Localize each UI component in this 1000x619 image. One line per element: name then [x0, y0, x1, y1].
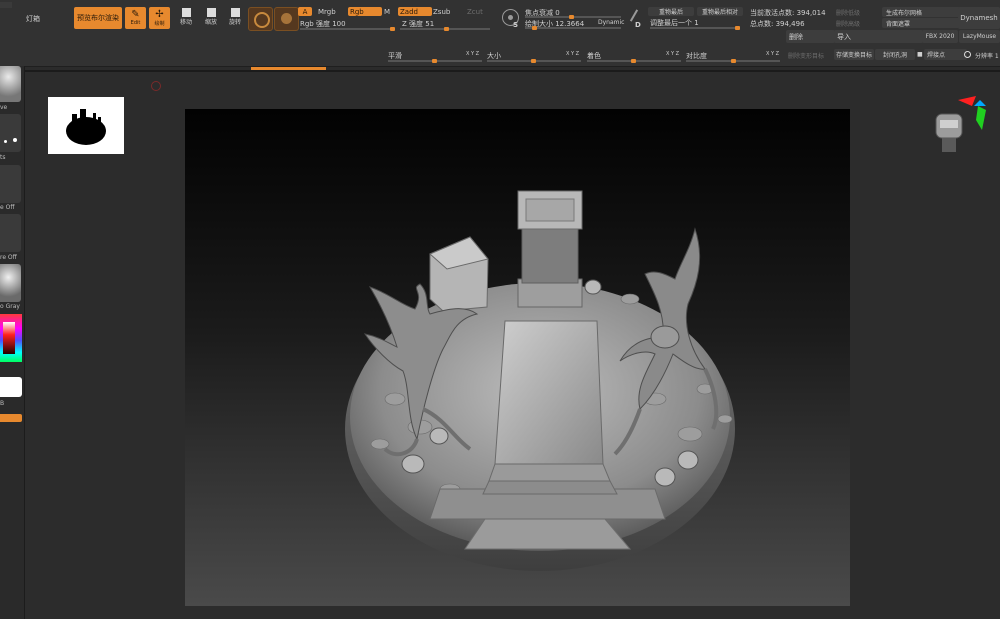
- m-toggle[interactable]: M: [384, 8, 390, 16]
- fbx-version-button[interactable]: FBX 2020: [922, 30, 958, 43]
- tray-label-2: ts: [0, 154, 6, 161]
- z-intensity-knob[interactable]: [444, 27, 449, 31]
- material-swatch[interactable]: [0, 66, 21, 102]
- menu-lightbox[interactable]: 灯箱: [26, 14, 40, 24]
- store-morph-target-button[interactable]: 存储变换目标: [834, 49, 874, 60]
- draw-icon: ✢: [155, 8, 164, 20]
- zsub-toggle[interactable]: Zsub: [433, 8, 450, 16]
- preview-boolean-button[interactable]: 预览布尔渲染: [74, 7, 122, 29]
- dynamic-toggle[interactable]: Dynamic: [598, 19, 624, 26]
- rgb-intensity-knob[interactable]: [390, 27, 395, 31]
- delete-lower-button[interactable]: 删除低级: [836, 8, 860, 17]
- fill-object-button[interactable]: [0, 414, 22, 422]
- delete-morph-target-button[interactable]: 删除变形目标: [788, 51, 824, 60]
- main-color-swatch[interactable]: [0, 377, 22, 397]
- adjust-last-slider[interactable]: [650, 27, 740, 29]
- contrast-knob[interactable]: [731, 59, 736, 63]
- close-holes-button[interactable]: 封闭孔洞: [875, 49, 915, 60]
- import-button[interactable]: 导入: [834, 30, 923, 43]
- draw-size-knob[interactable]: [532, 26, 537, 30]
- draw-button[interactable]: ✢ 绘制: [149, 7, 170, 29]
- silhouette-icon: [66, 109, 106, 145]
- zcut-toggle[interactable]: Zcut: [467, 8, 483, 16]
- size-knob[interactable]: [531, 59, 536, 63]
- smooth-axis-label: X Y Z: [466, 51, 480, 57]
- rotate-button[interactable]: 旋转: [225, 8, 245, 30]
- shading-axis-label: X Y Z: [666, 51, 680, 57]
- redo-last-button[interactable]: 重物最后: [648, 7, 694, 16]
- active-points-readout: 当前激活点数: 394,014: [750, 9, 826, 17]
- delete-higher-button[interactable]: 删除高级: [836, 19, 860, 28]
- color-picker[interactable]: [0, 314, 22, 362]
- lazymouse-button[interactable]: LazyMouse: [959, 30, 1000, 43]
- back-mask-button[interactable]: 背面遮罩: [882, 18, 960, 28]
- mrgb-toggle[interactable]: Mrgb: [318, 8, 336, 16]
- dynamesh-button[interactable]: Dynamesh: [958, 7, 1000, 29]
- rgb-intensity-slider[interactable]: [300, 28, 394, 30]
- adjust-last-knob[interactable]: [735, 26, 740, 30]
- delete-button[interactable]: 删除: [786, 30, 835, 43]
- matcap-swatch[interactable]: [0, 264, 21, 302]
- texture-swatch[interactable]: [0, 214, 21, 252]
- resolution-label[interactable]: 分辨率 1: [975, 51, 999, 60]
- total-points-readout: 总点数: 394,496: [750, 20, 805, 28]
- redo-last-relative-button[interactable]: 重物最后相对: [697, 7, 743, 16]
- stroke-icon[interactable]: [274, 7, 299, 31]
- stroke-swatch[interactable]: [0, 114, 21, 152]
- move-button[interactable]: 移动: [176, 8, 196, 30]
- rgb-toggle[interactable]: Rgb: [348, 7, 382, 16]
- move-icon: [181, 8, 191, 17]
- rotate-icon: [230, 8, 240, 17]
- d-marker: D: [635, 21, 641, 29]
- tray-label-5: o Gray: [0, 303, 20, 310]
- size-axis-label: X Y Z: [566, 51, 580, 57]
- tray-label-1: ve: [0, 104, 8, 111]
- corner-tab[interactable]: [0, 2, 12, 8]
- smooth-knob[interactable]: [432, 59, 437, 63]
- tray-label-6: B: [0, 400, 5, 407]
- weld-points-button[interactable]: 焊接点: [924, 49, 967, 60]
- tray-label-3: e Off: [0, 204, 15, 211]
- scale-button[interactable]: 缩放: [201, 8, 221, 30]
- edit-icon: ✎: [131, 9, 140, 20]
- axis-gizmo-icon: [935, 96, 986, 152]
- scale-icon: [206, 8, 216, 17]
- shading-knob[interactable]: [631, 59, 636, 63]
- edit-button[interactable]: ✎ Edit: [125, 7, 146, 29]
- a-toggle[interactable]: A: [298, 7, 312, 16]
- navigation-gizmo[interactable]: [928, 94, 990, 160]
- target-icon: [151, 81, 161, 91]
- s-marker: S: [513, 21, 519, 29]
- tray-label-4: re Off: [0, 254, 17, 261]
- graveyard-diorama-model[interactable]: [185, 109, 850, 606]
- brush-icon[interactable]: [248, 7, 273, 31]
- contrast-axis-label: X Y Z: [766, 51, 780, 57]
- draw-size-slider[interactable]: [525, 27, 621, 29]
- alpha-swatch[interactable]: [0, 165, 21, 203]
- 3d-viewport[interactable]: [185, 109, 850, 606]
- radio-icon[interactable]: [964, 51, 971, 58]
- checkbox-icon[interactable]: ■: [917, 51, 923, 58]
- silhouette-thumbnail: [48, 97, 124, 154]
- generate-boolean-mesh-button[interactable]: 生成布尔网格: [882, 7, 960, 17]
- zadd-toggle[interactable]: Zadd: [398, 7, 432, 16]
